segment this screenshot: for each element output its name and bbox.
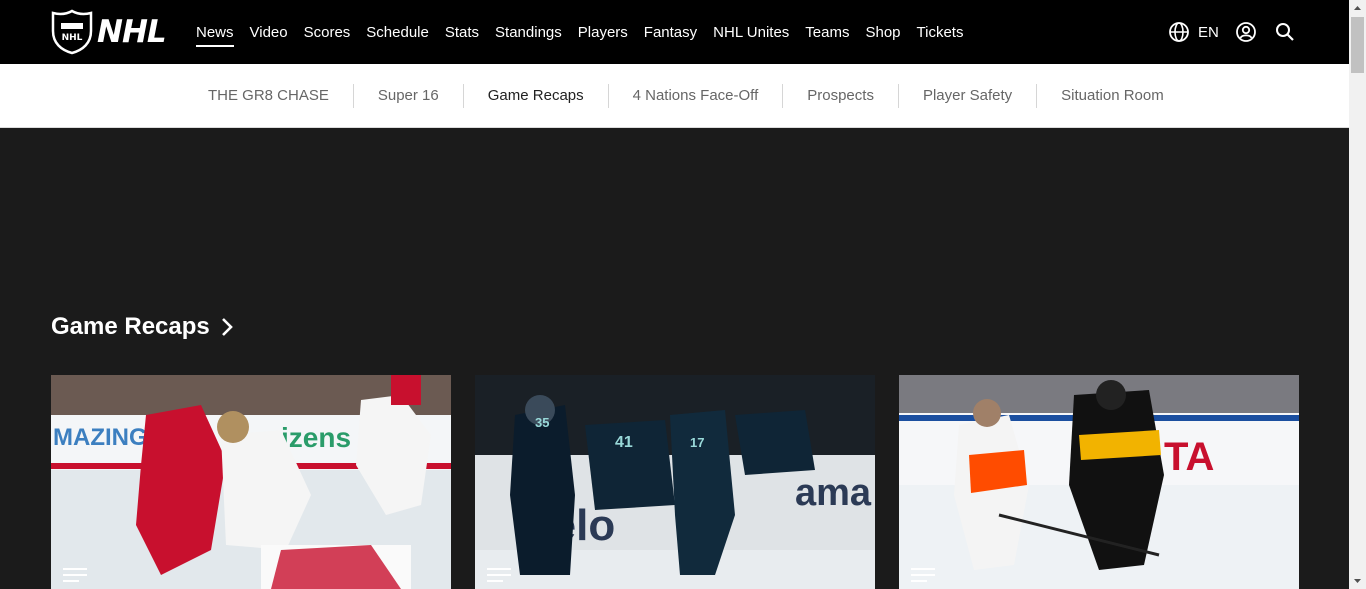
svg-text:izens: izens bbox=[281, 422, 351, 453]
recap-card[interactable]: T TA bbox=[899, 375, 1299, 589]
subnav-item-super-16[interactable]: Super 16 bbox=[352, 83, 463, 108]
section-heading-link[interactable]: Game Recaps bbox=[51, 313, 234, 341]
svg-text:17: 17 bbox=[690, 435, 704, 450]
nav-item-shop[interactable]: Shop bbox=[865, 24, 900, 41]
svg-text:ama: ama bbox=[795, 472, 872, 514]
header-tools: EN bbox=[1168, 0, 1295, 64]
recap-thumbnail: Melo ama 35 17 41 bbox=[475, 375, 875, 589]
language-selector[interactable]: EN bbox=[1198, 24, 1219, 41]
search-icon[interactable] bbox=[1275, 22, 1295, 42]
nhl-shield-icon: NHL bbox=[51, 9, 93, 55]
nav-item-tickets[interactable]: Tickets bbox=[917, 24, 964, 41]
top-navigation-bar: NHL NHL News Video Scores Schedule Stats… bbox=[0, 0, 1349, 64]
subnav-item-situation-room[interactable]: Situation Room bbox=[1036, 83, 1188, 108]
nav-item-schedule[interactable]: Schedule bbox=[366, 24, 429, 41]
svg-text:MAZING: MAZING bbox=[53, 424, 148, 451]
subnav-item-game-recaps[interactable]: Game Recaps bbox=[462, 83, 608, 108]
main-nav: News Video Scores Schedule Stats Standin… bbox=[196, 0, 979, 64]
nav-item-fantasy[interactable]: Fantasy bbox=[644, 24, 697, 41]
secondary-navigation: THE GR8 CHASE Super 16 Game Recaps 4 Nat… bbox=[0, 64, 1349, 128]
subnav-item-gr8-chase[interactable]: THE GR8 CHASE bbox=[196, 84, 353, 108]
nav-item-teams[interactable]: Teams bbox=[805, 24, 849, 41]
nav-item-standings[interactable]: Standings bbox=[495, 24, 562, 41]
svg-text:NHL: NHL bbox=[62, 33, 83, 43]
logo-wordmark: NHL bbox=[97, 14, 167, 50]
article-icon bbox=[911, 568, 935, 582]
account-icon[interactable] bbox=[1235, 21, 1257, 43]
recap-card[interactable]: MAZING izens bbox=[51, 375, 451, 589]
globe-icon[interactable] bbox=[1168, 21, 1190, 43]
svg-text:TA: TA bbox=[1164, 435, 1214, 479]
vertical-scrollbar[interactable] bbox=[1349, 0, 1366, 589]
article-icon bbox=[63, 568, 87, 582]
recap-thumbnail: T TA bbox=[899, 375, 1299, 589]
section-title: Game Recaps bbox=[51, 313, 210, 340]
subnav-item-prospects[interactable]: Prospects bbox=[782, 83, 898, 108]
scroll-down-arrow-icon[interactable] bbox=[1349, 572, 1366, 589]
nav-item-video[interactable]: Video bbox=[250, 24, 288, 41]
nav-item-news[interactable]: News bbox=[196, 24, 234, 47]
recap-card[interactable]: Melo ama 35 17 41 bbox=[475, 375, 875, 589]
chevron-right-icon bbox=[221, 318, 233, 336]
scrollbar-thumb[interactable] bbox=[1351, 17, 1364, 73]
scroll-up-arrow-icon[interactable] bbox=[1349, 0, 1366, 17]
subnav-item-player-safety[interactable]: Player Safety bbox=[897, 83, 1036, 108]
recap-thumbnail: MAZING izens bbox=[51, 375, 451, 589]
nav-item-nhl-unites[interactable]: NHL Unites bbox=[713, 24, 789, 41]
nav-item-stats[interactable]: Stats bbox=[445, 24, 479, 41]
article-icon bbox=[487, 568, 511, 582]
svg-text:35: 35 bbox=[535, 415, 549, 430]
svg-text:41: 41 bbox=[615, 434, 633, 451]
nav-item-players[interactable]: Players bbox=[578, 24, 628, 41]
nhl-logo[interactable]: NHL NHL bbox=[51, 9, 167, 55]
nav-item-scores[interactable]: Scores bbox=[304, 24, 351, 41]
subnav-item-4-nations[interactable]: 4 Nations Face-Off bbox=[607, 83, 783, 108]
